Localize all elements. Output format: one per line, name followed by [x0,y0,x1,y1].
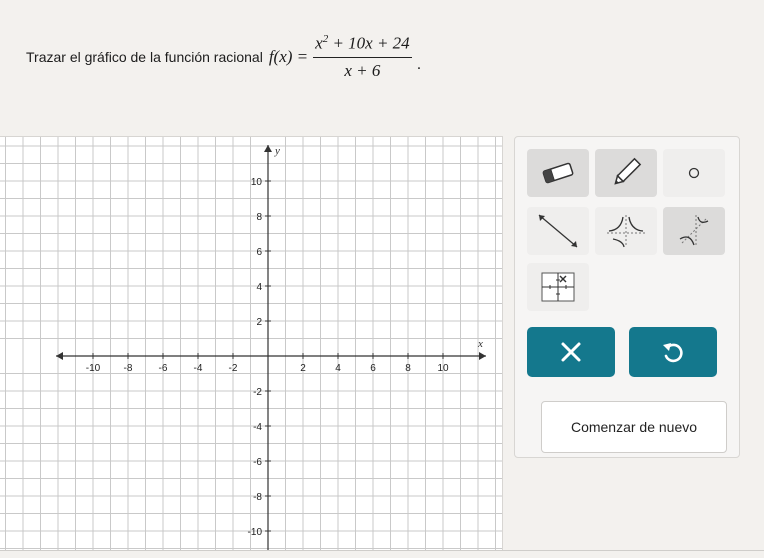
rational-curve-tool[interactable] [595,207,657,255]
rational-curve-alt-tool[interactable] [663,207,725,255]
eraser-tool[interactable] [527,149,589,197]
x-tick-label: 2 [300,363,306,374]
undo-button[interactable] [629,327,717,377]
problem-statement: Trazar el gráfico de la función racional… [26,22,421,92]
x-tick-label: -8 [124,363,133,374]
fraction-numerator: x2 + 10x + 24 [313,33,412,58]
page-divider [0,550,764,551]
coordinate-grid[interactable]: x y -10 -8 -6 -4 -2 2 4 6 8 10 10 8 6 4 2 -2 -4 -6 -8 -10 [0,137,502,551]
rational-curve-icon [607,215,645,248]
y-tick-label: 10 [251,177,263,188]
y-axis-label: y [274,145,280,157]
end-punctuation: . [416,56,422,73]
clear-button[interactable] [527,327,615,377]
graph-area[interactable]: x y -10 -8 -6 -4 -2 2 4 6 8 10 10 8 6 4 2 -2 -4 -6 -8 -10 [0,136,503,551]
x-tick-label: 10 [437,363,449,374]
y-tick-label: 2 [256,317,262,328]
y-tick-label: -8 [253,492,262,503]
x-tick-label: 4 [335,363,341,374]
hole-grid-icon [541,272,575,302]
function-name: f(x) = [268,47,309,66]
x-tick-label: 6 [370,363,376,374]
x-tick-label: -6 [159,363,168,374]
x-tick-label: -2 [229,363,238,374]
y-tick-label: 8 [256,212,262,223]
numerator-variable: x [315,33,323,53]
x-tick-label: -10 [86,363,101,374]
y-tick-label: 4 [256,282,262,293]
y-tick-label: -4 [253,422,262,433]
y-tick-label: -2 [253,387,262,398]
y-tick-label: -6 [253,457,262,468]
x-axis-arrow-left [56,352,63,360]
restart-button[interactable]: Comenzar de nuevo [541,401,727,453]
rational-fraction: x2 + 10x + 24 x + 6 [313,33,412,81]
circle-icon [688,167,700,179]
numerator-rest: + 10x + 24 [328,33,410,53]
point-tool[interactable] [663,149,725,197]
rational-curve-alt-icon [679,215,709,247]
hole-tool[interactable] [527,263,589,311]
y-tick-label: 6 [256,247,262,258]
x-axis-label: x [477,338,483,350]
pencil-icon [614,157,642,185]
x-axis-arrow-right [479,352,486,360]
tool-panel: Comenzar de nuevo [514,136,740,458]
line-tool[interactable] [527,207,589,255]
eraser-icon [542,162,574,184]
prompt-text: Trazar el gráfico de la función racional [26,49,263,65]
x-mark-icon [561,342,581,362]
line-icon [538,214,578,248]
y-tick-label: -10 [248,527,263,538]
x-tick-label: 8 [405,363,411,374]
x-tick-label: -4 [194,363,203,374]
undo-icon [663,343,683,363]
pencil-tool[interactable] [595,149,657,197]
fraction-denominator: x + 6 [344,60,381,80]
